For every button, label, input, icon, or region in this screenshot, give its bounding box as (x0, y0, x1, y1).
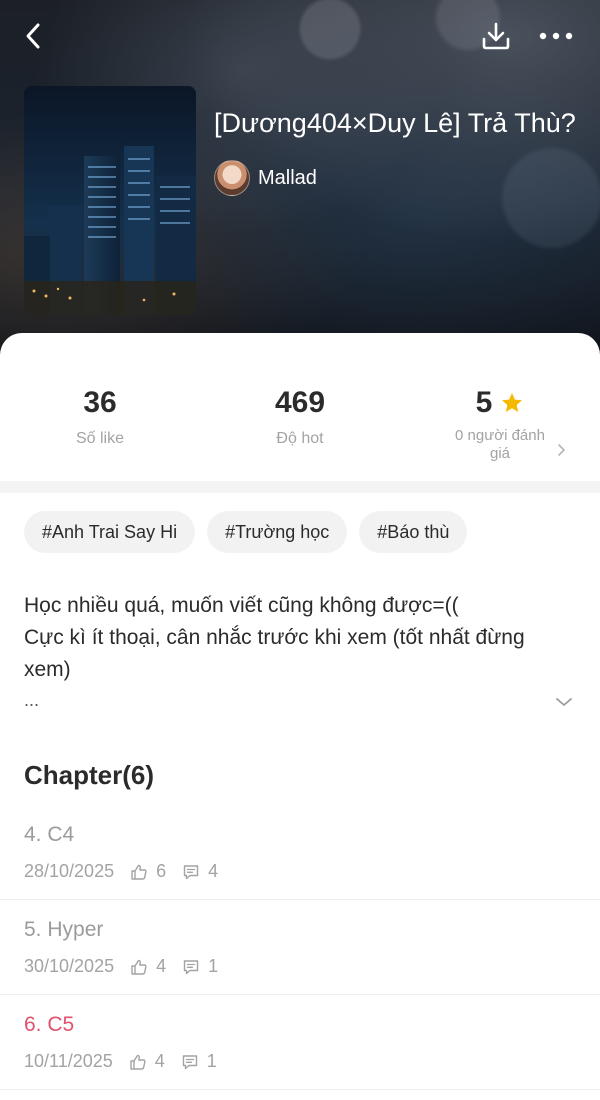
chapter-date: 30/10/2025 (24, 956, 115, 976)
chapter-list: 4. C4 28/10/2025 6 4 5. Hyper 30/10/2025 (0, 805, 600, 1090)
hot-value: 469 (274, 386, 326, 419)
download-icon (482, 22, 510, 50)
tag-list: #Anh Trai Say Hi #Trường học #Báo thù (24, 511, 468, 553)
book-description: Học nhiều quá, muốn viết cũng không được… (24, 590, 554, 714)
chevron-right-icon[interactable] (556, 442, 568, 458)
author-link[interactable]: Mallad (214, 160, 317, 196)
chapter-meta: 10/11/2025 4 1 (24, 1051, 233, 1072)
back-button[interactable] (16, 18, 52, 54)
chapter-comment-count: 1 (206, 1051, 217, 1071)
section-divider (0, 481, 600, 493)
book-cover-image[interactable] (24, 86, 196, 315)
chapter-comment-count: 1 (208, 956, 219, 976)
tag-chip[interactable]: #Anh Trai Say Hi (24, 511, 196, 553)
description-ellipsis: ... (24, 690, 40, 710)
stat-hot: 469 Độ hot (200, 385, 400, 449)
chapter-comment-count: 4 (208, 861, 219, 881)
chapter-meta: 30/10/2025 4 1 (24, 956, 234, 977)
star-icon (502, 393, 523, 412)
chapter-list-item[interactable]: 4. C4 28/10/2025 6 4 (0, 805, 600, 900)
chapter-date: 28/10/2025 (24, 861, 115, 881)
likes-label: Số like (75, 430, 125, 447)
comment-icon (182, 1054, 197, 1069)
more-horizontal-icon (539, 32, 573, 40)
hot-label: Độ hot (276, 430, 324, 447)
chapter-like-count: 4 (154, 1051, 165, 1071)
chapter-like-count: 6 (156, 861, 167, 881)
expand-description-chevron-down-icon[interactable] (552, 690, 576, 714)
chapter-title: 6. C5 (24, 1013, 75, 1036)
comment-icon (183, 864, 199, 879)
chapter-like-count: 4 (156, 956, 167, 976)
chapter-meta: 28/10/2025 6 4 (24, 861, 234, 882)
stats-row: 36 Số like 469 Độ hot 5 0 người đánh giá (0, 333, 600, 481)
description-line: Học nhiều quá, muốn viết cũng không được… (24, 594, 459, 617)
chapter-list-item-current[interactable]: 6. C5 10/11/2025 4 1 (0, 995, 600, 1090)
book-detail-sheet: 36 Số like 469 Độ hot 5 0 người đánh giá… (0, 333, 600, 1100)
chapter-list-item[interactable]: 5. Hyper 30/10/2025 4 1 (0, 900, 600, 995)
rating-value: 5 (475, 386, 493, 419)
rating-count-label: 0 người đánh giá (455, 427, 545, 462)
tag-chip[interactable]: #Trường học (207, 511, 348, 553)
comment-icon (183, 959, 199, 974)
author-avatar[interactable] (214, 160, 250, 196)
chapter-section-title: Chapter(6) (24, 760, 155, 790)
tag-chip[interactable]: #Báo thù (359, 511, 468, 553)
stat-rating[interactable]: 5 0 người đánh giá (400, 385, 600, 463)
author-name[interactable]: Mallad (258, 167, 317, 190)
chapter-date: 10/11/2025 (24, 1051, 113, 1071)
download-button[interactable] (478, 18, 514, 54)
chevron-left-icon (26, 23, 40, 49)
book-title: [Dương404×Duy Lê] Trả Thù? (214, 108, 576, 138)
description-line: Cực kì ít thoại, cân nhắc trước khi xem … (24, 626, 525, 681)
likes-value: 36 (83, 386, 117, 419)
chapter-title: 4. C4 (24, 823, 75, 846)
rating-value-row: 5 (400, 385, 600, 421)
thumbs-up-icon (131, 864, 147, 880)
stat-likes: 36 Số like (0, 385, 200, 449)
more-options-button[interactable] (538, 18, 574, 54)
chapter-title: 5. Hyper (24, 918, 104, 941)
thumbs-up-icon (130, 1054, 146, 1070)
thumbs-up-icon (131, 959, 147, 975)
city-night-cover (24, 86, 196, 315)
